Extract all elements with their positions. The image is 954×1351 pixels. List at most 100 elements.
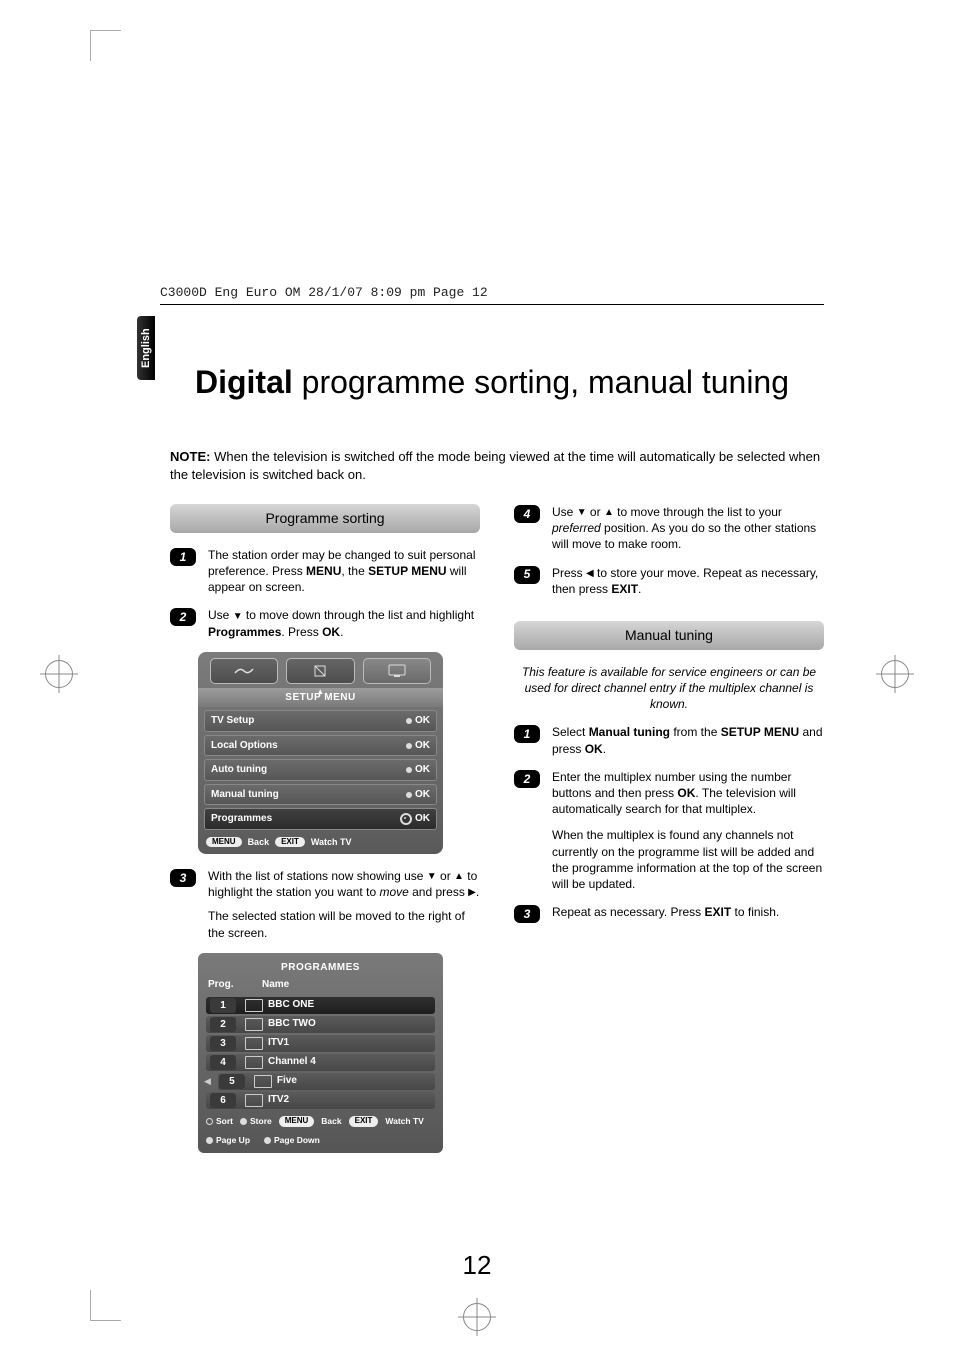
- osd-row: Local OptionsOK: [204, 735, 437, 757]
- t: from the: [670, 725, 721, 739]
- t: TV Setup: [211, 714, 254, 728]
- print-header: C3000D Eng Euro OM 28/1/07 8:09 pm Page …: [160, 285, 824, 305]
- step-badge: 4: [514, 505, 540, 523]
- osd-programmes: PROGRAMMES Prog. Name 1BBC ONE 2BBC TWO …: [198, 953, 443, 1153]
- osd-tab-setup-icon: [363, 658, 431, 684]
- t: BBC TWO: [268, 1017, 435, 1031]
- osd-tab-picture-icon: [210, 658, 278, 684]
- t: Select: [552, 725, 589, 739]
- t: to move through the list to your: [614, 505, 782, 519]
- dot-icon: [240, 1118, 247, 1125]
- t: Auto tuning: [211, 763, 267, 777]
- registration-mark-icon: [881, 660, 909, 688]
- step-badge: 3: [514, 905, 540, 923]
- down-arrow-icon: ▼: [577, 506, 587, 520]
- crop-mark: [90, 1290, 121, 1321]
- t: OK: [415, 788, 430, 802]
- osd-setup-menu: SETUP MENU ▲ TV SetupOK Local OptionsOK …: [198, 652, 443, 854]
- t: OK: [585, 742, 603, 756]
- t: Five: [277, 1074, 435, 1088]
- exit-pill: EXIT: [275, 837, 305, 848]
- page-title: Digital programme sorting, manual tuning: [160, 365, 824, 400]
- t: to finish.: [731, 905, 779, 919]
- osd-row: TV SetupOK: [204, 710, 437, 732]
- step-badge: 1: [514, 725, 540, 743]
- t: .: [638, 582, 641, 596]
- t: MENU: [306, 564, 341, 578]
- t: Repeat as necessary. Press: [552, 905, 705, 919]
- t: 3: [210, 1036, 236, 1051]
- up-arrow-icon: ▲: [454, 870, 464, 884]
- tv-icon: [254, 1075, 272, 1088]
- step-m1: 1 Select Manual tuning from the SETUP ME…: [514, 724, 824, 756]
- step-badge: 2: [514, 770, 540, 788]
- t: move: [379, 885, 408, 899]
- t: Store: [250, 1116, 272, 1126]
- page-number: 12: [0, 1250, 954, 1281]
- left-column: Programme sorting 1 The station order ma…: [170, 498, 480, 1241]
- section-manual-tuning: Manual tuning: [514, 621, 824, 650]
- dot-icon: [206, 1137, 213, 1144]
- t: The selected station will be moved to th…: [208, 909, 465, 939]
- step-5: 5 Press ◀ to store your move. Repeat as …: [514, 565, 824, 597]
- t: ITV1: [268, 1036, 435, 1050]
- t: preferred: [552, 521, 601, 535]
- dot-icon: [206, 1118, 213, 1125]
- step-m2: 2 Enter the multiplex number using the n…: [514, 769, 824, 892]
- up-arrow-icon: ▲: [316, 687, 324, 698]
- exit-pill: EXIT: [349, 1116, 379, 1127]
- note-label: NOTE:: [170, 449, 210, 464]
- step-badge: 2: [170, 608, 196, 626]
- t: Local Options: [211, 739, 278, 753]
- prog-headers: Prog. Name: [198, 978, 443, 995]
- dot-ring-icon: [400, 813, 412, 825]
- step-3: 3 With the list of stations now showing …: [170, 868, 480, 941]
- tv-icon: [245, 999, 263, 1012]
- t: 1: [210, 998, 236, 1013]
- step-text: With the list of stations now showing us…: [208, 868, 480, 941]
- t: . Press: [281, 625, 322, 639]
- step-text: The station order may be changed to suit…: [208, 547, 480, 596]
- manual-intro: This feature is available for service en…: [514, 664, 824, 725]
- dot-icon: [406, 743, 412, 749]
- t: EXIT: [705, 905, 732, 919]
- menu-pill: MENU: [206, 837, 242, 848]
- t: to move down through the list and highli…: [243, 608, 474, 622]
- osd-row: Auto tuningOK: [204, 759, 437, 781]
- right-column: 4 Use ▼ or ▲ to move through the list to…: [514, 498, 824, 1241]
- down-arrow-icon: ▼: [427, 870, 437, 884]
- crop-mark: [90, 30, 121, 61]
- down-arrow-icon: ▼: [233, 610, 243, 624]
- tv-icon: [245, 1018, 263, 1031]
- prog-row-moving: 5 Five: [218, 1073, 435, 1090]
- t: Press: [552, 566, 586, 580]
- prog-row: 4Channel 4: [206, 1054, 435, 1071]
- step-1: 1 The station order may be changed to su…: [170, 547, 480, 596]
- prog-footer: Sort Store MENUBack EXITWatch TV Page Up…: [198, 1111, 443, 1147]
- menu-pill: MENU: [279, 1116, 315, 1127]
- t: OK: [677, 786, 695, 800]
- step-badge: 5: [514, 566, 540, 584]
- t: Use: [208, 608, 233, 622]
- osd-tabs: [198, 652, 443, 688]
- t: Page Up: [216, 1135, 250, 1145]
- t: .: [476, 885, 479, 899]
- t: SETUP MENU: [368, 564, 446, 578]
- osd-row: Manual tuning OK: [204, 784, 437, 806]
- t: , the: [341, 564, 368, 578]
- note-body: When the television is switched off the …: [170, 449, 820, 482]
- t: 2: [210, 1017, 236, 1032]
- t: Manual tuning: [211, 788, 279, 802]
- tv-icon: [245, 1037, 263, 1050]
- t: Manual tuning: [589, 725, 670, 739]
- tv-icon: [245, 1056, 263, 1069]
- dot-icon: [406, 792, 412, 798]
- t: 5: [219, 1074, 245, 1089]
- dot-icon: [264, 1137, 271, 1144]
- step-text: Repeat as necessary. Press EXIT to finis…: [552, 904, 824, 922]
- t: Back: [248, 836, 270, 848]
- prog-row: 2 BBC TWO: [206, 1016, 435, 1033]
- registration-mark-icon: [45, 660, 73, 688]
- t: and press: [409, 885, 468, 899]
- step-text: Use ▼ or ▲ to move through the list to y…: [552, 504, 824, 553]
